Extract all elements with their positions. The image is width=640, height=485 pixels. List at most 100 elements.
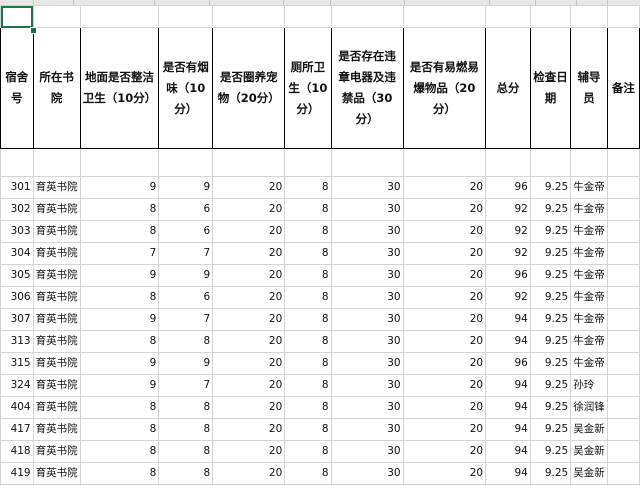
flammables-score-cell[interactable]: 20 <box>402 462 487 485</box>
inspection-date-cell[interactable]: 9.25 <box>529 352 572 375</box>
empty-cell[interactable] <box>529 5 572 28</box>
inspection-date-cell[interactable]: 9.25 <box>529 440 572 463</box>
flammables-score-cell[interactable]: 20 <box>402 352 487 375</box>
flammables-score-cell[interactable]: 20 <box>402 176 487 199</box>
floor-score-cell[interactable]: 9 <box>79 374 160 397</box>
empty-cell[interactable] <box>330 148 404 177</box>
toilet-score-cell[interactable]: 8 <box>284 440 332 463</box>
flammables-score-cell[interactable]: 20 <box>402 440 487 463</box>
dorm-no-cell[interactable]: 302 <box>0 198 34 221</box>
counselor-cell[interactable]: 吴金新 <box>570 440 608 463</box>
header-college[interactable]: 所在书院 <box>32 27 81 149</box>
pets-score-cell[interactable]: 20 <box>212 176 286 199</box>
pets-score-cell[interactable]: 20 <box>212 308 286 331</box>
college-cell[interactable]: 育英书院 <box>32 286 81 309</box>
smoke-score-cell[interactable]: 8 <box>158 440 214 463</box>
empty-cell[interactable] <box>158 148 214 177</box>
dorm-no-cell[interactable]: 313 <box>0 330 34 353</box>
total-score-cell[interactable]: 92 <box>485 220 531 243</box>
empty-cell[interactable] <box>570 148 608 177</box>
flammables-score-cell[interactable]: 20 <box>402 330 487 353</box>
empty-cell[interactable] <box>330 5 404 28</box>
appliances-score-cell[interactable]: 30 <box>330 462 404 485</box>
total-score-cell[interactable]: 94 <box>485 440 531 463</box>
header-date[interactable]: 检查日期 <box>529 27 572 149</box>
toilet-score-cell[interactable]: 8 <box>284 418 332 441</box>
toilet-score-cell[interactable]: 8 <box>284 352 332 375</box>
flammables-score-cell[interactable]: 20 <box>402 264 487 287</box>
college-cell[interactable]: 育英书院 <box>32 374 81 397</box>
toilet-score-cell[interactable]: 8 <box>284 396 332 419</box>
inspection-date-cell[interactable]: 9.25 <box>529 264 572 287</box>
remarks-cell[interactable] <box>606 264 640 287</box>
empty-cell[interactable] <box>212 148 286 177</box>
flammables-score-cell[interactable]: 20 <box>402 198 487 221</box>
smoke-score-cell[interactable]: 9 <box>158 264 214 287</box>
appliances-score-cell[interactable]: 30 <box>330 418 404 441</box>
smoke-score-cell[interactable]: 9 <box>158 352 214 375</box>
empty-cell[interactable] <box>485 5 531 28</box>
dorm-no-cell[interactable]: 303 <box>0 220 34 243</box>
dorm-no-cell[interactable]: 306 <box>0 286 34 309</box>
counselor-cell[interactable]: 吴金新 <box>570 418 608 441</box>
counselor-cell[interactable]: 牛金帝 <box>570 176 608 199</box>
counselor-cell[interactable]: 牛金帝 <box>570 286 608 309</box>
dorm-no-cell[interactable]: 404 <box>0 396 34 419</box>
empty-cell[interactable] <box>402 5 487 28</box>
total-score-cell[interactable]: 94 <box>485 374 531 397</box>
smoke-score-cell[interactable]: 7 <box>158 242 214 265</box>
smoke-score-cell[interactable]: 8 <box>158 396 214 419</box>
smoke-score-cell[interactable]: 6 <box>158 198 214 221</box>
college-cell[interactable]: 育英书院 <box>32 198 81 221</box>
inspection-date-cell[interactable]: 9.25 <box>529 462 572 485</box>
smoke-score-cell[interactable]: 8 <box>158 418 214 441</box>
total-score-cell[interactable]: 92 <box>485 198 531 221</box>
appliances-score-cell[interactable]: 30 <box>330 264 404 287</box>
smoke-score-cell[interactable]: 8 <box>158 330 214 353</box>
floor-score-cell[interactable]: 8 <box>79 286 160 309</box>
pets-score-cell[interactable]: 20 <box>212 264 286 287</box>
inspection-date-cell[interactable]: 9.25 <box>529 198 572 221</box>
floor-score-cell[interactable]: 8 <box>79 220 160 243</box>
pets-score-cell[interactable]: 20 <box>212 242 286 265</box>
empty-cell[interactable] <box>212 5 286 28</box>
total-score-cell[interactable]: 94 <box>485 308 531 331</box>
total-score-cell[interactable]: 94 <box>485 396 531 419</box>
college-cell[interactable]: 育英书院 <box>32 264 81 287</box>
header-smoke[interactable]: 是否有烟味（10分） <box>158 27 214 149</box>
flammables-score-cell[interactable]: 20 <box>402 220 487 243</box>
pets-score-cell[interactable]: 20 <box>212 352 286 375</box>
smoke-score-cell[interactable]: 7 <box>158 374 214 397</box>
fill-handle[interactable] <box>30 27 37 34</box>
appliances-score-cell[interactable]: 30 <box>330 352 404 375</box>
appliances-score-cell[interactable]: 30 <box>330 330 404 353</box>
college-cell[interactable]: 育英书院 <box>32 462 81 485</box>
counselor-cell[interactable]: 牛金帝 <box>570 198 608 221</box>
empty-cell[interactable] <box>485 148 531 177</box>
dorm-no-cell[interactable]: 304 <box>0 242 34 265</box>
floor-score-cell[interactable]: 8 <box>79 418 160 441</box>
floor-score-cell[interactable]: 8 <box>79 198 160 221</box>
floor-score-cell[interactable]: 9 <box>79 264 160 287</box>
inspection-date-cell[interactable]: 9.25 <box>529 374 572 397</box>
dorm-no-cell[interactable]: 305 <box>0 264 34 287</box>
counselor-cell[interactable]: 孙玲 <box>570 374 608 397</box>
appliances-score-cell[interactable]: 30 <box>330 308 404 331</box>
remarks-cell[interactable] <box>606 330 640 353</box>
floor-score-cell[interactable]: 9 <box>79 176 160 199</box>
flammables-score-cell[interactable]: 20 <box>402 242 487 265</box>
counselor-cell[interactable]: 牛金帝 <box>570 264 608 287</box>
floor-score-cell[interactable]: 8 <box>79 396 160 419</box>
appliances-score-cell[interactable]: 30 <box>330 440 404 463</box>
toilet-score-cell[interactable]: 8 <box>284 242 332 265</box>
dorm-no-cell[interactable]: 315 <box>0 352 34 375</box>
empty-cell[interactable] <box>158 5 214 28</box>
total-score-cell[interactable]: 94 <box>485 330 531 353</box>
toilet-score-cell[interactable]: 8 <box>284 308 332 331</box>
toilet-score-cell[interactable]: 8 <box>284 330 332 353</box>
pets-score-cell[interactable]: 20 <box>212 198 286 221</box>
total-score-cell[interactable]: 94 <box>485 462 531 485</box>
empty-cell[interactable] <box>402 148 487 177</box>
floor-score-cell[interactable]: 9 <box>79 352 160 375</box>
appliances-score-cell[interactable]: 30 <box>330 198 404 221</box>
